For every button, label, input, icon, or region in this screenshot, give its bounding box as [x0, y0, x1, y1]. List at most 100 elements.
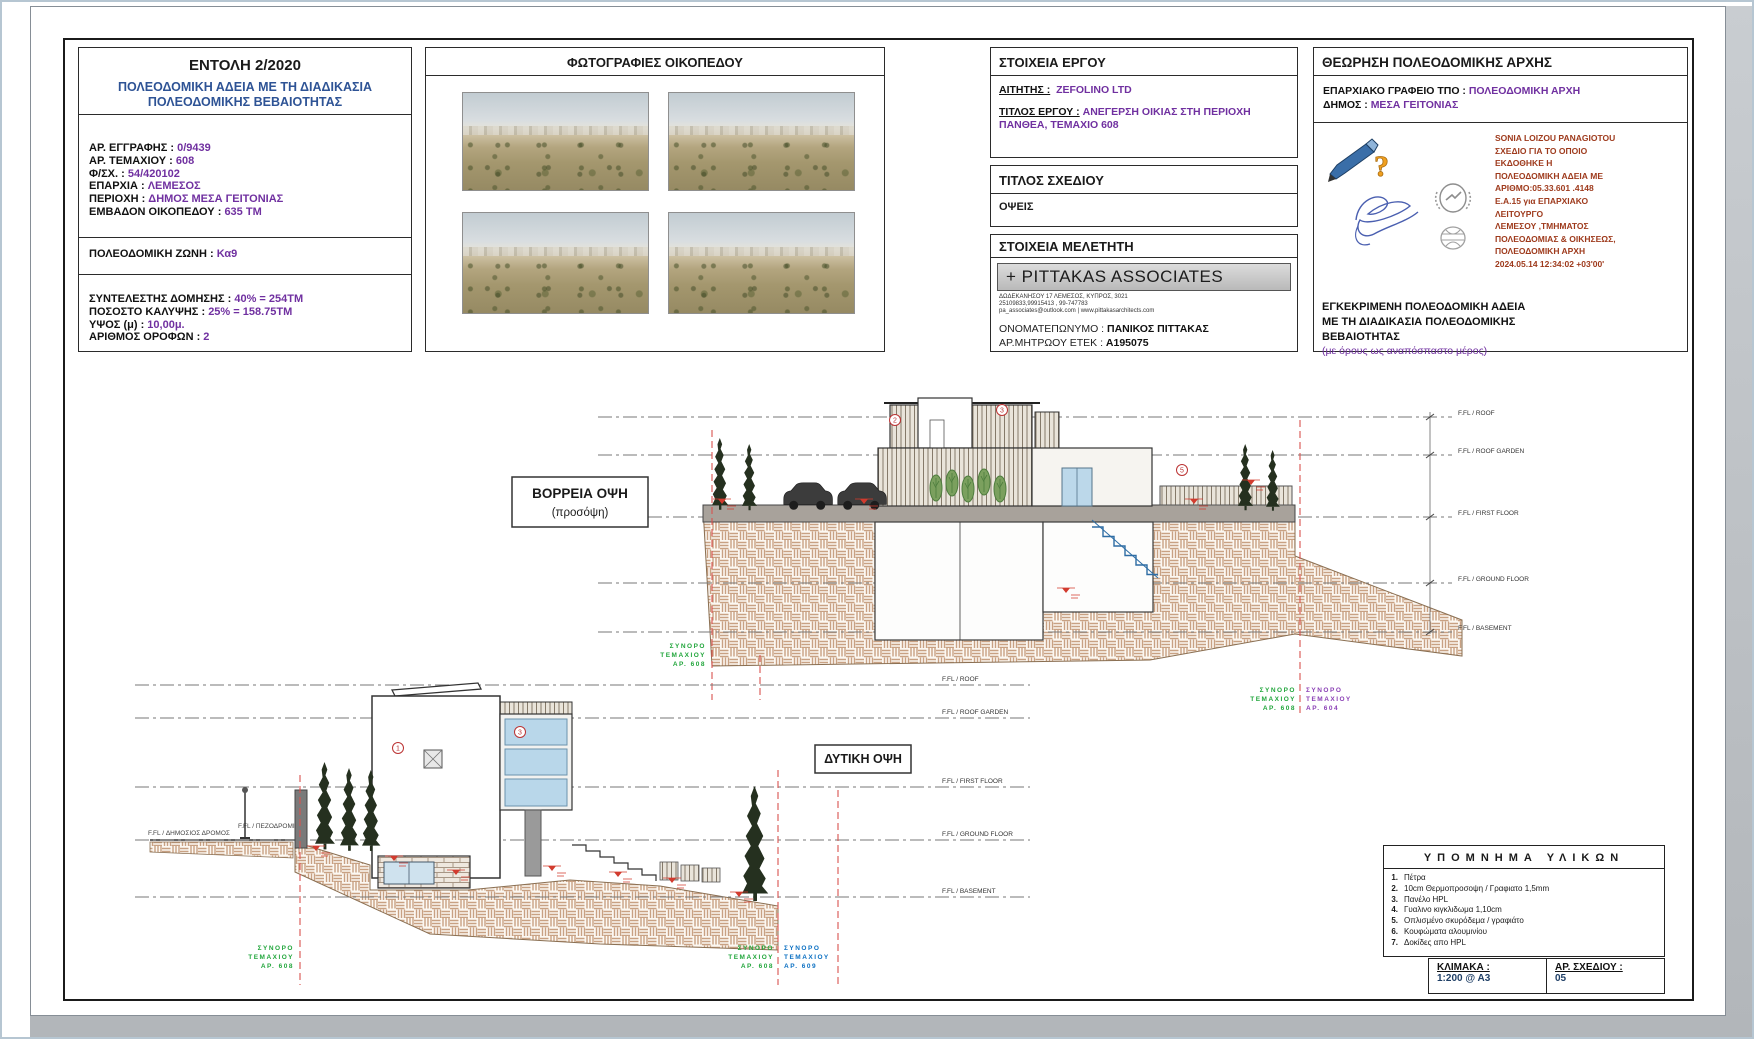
boundary-label: ΤΕΜΑΧΙΟΥ [728, 954, 774, 961]
north-basement-right [1043, 522, 1153, 612]
legend-item: 1.Πέτρα [1384, 873, 1664, 884]
approved-statement: ΕΓΚΕΚΡΙΜΕΝΗ ΠΟΛΕΟΔΟΜΙΚΗ ΑΔΕΙΑ ΜΕ ΤΗ ΔΙΑΔ… [1322, 300, 1682, 345]
applicant-row: ΑΙΤΗΤΗΣ : ZEFOLINO LTD [999, 84, 1289, 97]
north-elevation-subtitle: (προσόψη) [552, 507, 609, 519]
north-penthouse [918, 398, 972, 448]
north-penthouse-door [930, 420, 944, 448]
boundary-label: ΑΡ. 609 [784, 963, 817, 970]
firm-logo: + PITTAKAS ASSOCIATES [997, 263, 1291, 291]
order-zone: ΠΟΛΕΟΔΟΜΙΚΗ ΖΩΝΗ : Κα9 [79, 237, 411, 274]
level-label: F.FL / GROUND FLOOR [942, 831, 1013, 838]
boundary-label: ΣΥΝΟΡΟ [1260, 687, 1296, 694]
site-photo-4 [668, 212, 855, 314]
order-metrics: ΣΥΝΤΕΛΕΣΤΗΣ ΔΟΜΗΣΗΣ : 40% = 254ΤΜ ΠΟΣΟΣΤ… [79, 274, 411, 349]
order-field-row: ΠΕΡΙΟΧΗ : ΔΗΜΟΣ ΜΕΣΑ ΓΕΙΤΟΝΙΑΣ [79, 193, 411, 206]
site-photo-3 [462, 212, 649, 314]
signature-pen-icon: ? [1328, 136, 1398, 184]
digital-signature-stamp: SONIA LOIZOU PANAGIOTOU ΣΧΕΔΙΟ ΓΙΑ ΤΟ ΟΠ… [1495, 132, 1685, 271]
drawing-title-value: ΟΨΕΙΣ [991, 194, 1297, 220]
order-field-row: ΕΜΒΑΔΟΝ ΟΙΚΟΠΕΔΟΥ : 635 ΤΜ [79, 206, 411, 219]
legend-title: ΥΠΟΜΝΗΜΑ ΥΛΙΚΩΝ [1384, 846, 1664, 869]
drawing-title-box: ΤΙΤΛΟΣ ΣΧΕΔΙΟΥ ΟΨΕΙΣ [990, 165, 1298, 227]
designer-etek-row: ΑΡ.ΜΗΤΡΩΟΥ ΕΤΕΚ : A195075 [999, 336, 1289, 350]
materials-legend: ΥΠΟΜΝΗΜΑ ΥΛΙΚΩΝ 1.Πέτρα 2.10cm Θερμοπροσ… [1383, 845, 1665, 957]
west-elevation: F.FL / ROOF F.FL / ROOF GARDEN F.FL / FI… [135, 676, 1030, 985]
drawing-title-header: ΤΙΤΛΟΣ ΣΧΕΔΙΟΥ [991, 166, 1297, 194]
order-panel: ΕΝΤΟΛΗ 2/2020 ΠΟΛΕΟΔΟΜΙΚΗ ΑΔΕΙΑ ΜΕ ΤΗ ΔΙ… [78, 47, 412, 352]
west-vent-window [424, 750, 442, 768]
order-metric-row: ΠΟΣΟΣΤΟ ΚΑΛΥΨΗΣ : 25% = 158.75ΤΜ [79, 306, 411, 319]
legend-item: 6.Κουφώματα αλουμινίου [1384, 927, 1664, 938]
legend-item: 4.Γυαλινο κιγκλιδωμα 1,10cm [1384, 905, 1664, 916]
boundary-label: ΣΥΝΟΡΟ [1306, 687, 1342, 694]
west-stairs [572, 845, 656, 881]
street-level-label: F.FL / ΠΕΖΟΔΡΟΜΙΟ [238, 823, 300, 830]
west-column [525, 810, 541, 876]
retaining-wall [295, 790, 307, 848]
approval-title: ΘΕΩΡΗΣΗ ΠΟΛΕΟΔΟΜΙΚΗΣ ΑΡΧΗΣ [1314, 48, 1687, 76]
legend-item: 7.Δοκίδες απο HPL [1384, 938, 1664, 949]
order-subtitle: ΠΟΛΕΟΔΟΜΙΚΗ ΑΔΕΙΑ ΜΕ ΤΗ ΔΙΑΔΙΚΑΣΙΑ ΠΟΛΕΟ… [79, 74, 411, 110]
boundary-label: ΤΕΜΑΧΙΟΥ [784, 954, 830, 961]
firm-address: ΔΩΔΕΚΑΝΗΣΟΥ 17 ΛΕΜΕΣΟΣ, ΚΥΠΡΟΣ, 3021 251… [991, 294, 1297, 316]
ref-bubble: 5 [1180, 468, 1184, 475]
order-title: ΕΝΤΟΛΗ 2/2020 [79, 48, 411, 74]
legend-item: 2.10cm Θερμοπροσοψη / Γραφιατο 1,5mm [1384, 884, 1664, 895]
west-street-hatch [150, 842, 293, 858]
level-label: F.FL / ROOF GARDEN [942, 709, 1009, 716]
street-lamp [240, 787, 250, 838]
project-title-row: ΤΙΤΛΟΣ ΕΡΓΟΥ : ΑΝΕΓΕΡΣΗ ΟΙΚΙΑΣ ΣΤΗ ΠΕΡΙΟ… [999, 106, 1289, 132]
west-level-lines [135, 685, 1030, 897]
order-field-row: ΕΠΑΡΧΙΑ : ΛΕΜΕΣΟΣ [79, 180, 411, 193]
level-label: F.FL / ROOF [942, 676, 979, 683]
scale-cell: ΚΛΙΜΑΚΑ : 1:200 @ A3 [1429, 959, 1546, 993]
level-label: F.FL / BASEMENT [1458, 625, 1512, 632]
boundary-label: ΣΥΝΟΡΟ [784, 945, 820, 952]
north-shaft [1035, 412, 1059, 448]
designer-box: ΣΤΟΙΧΕΙΑ ΜΕΛΕΤΗΤΗ + PITTAKAS ASSOCIATES … [990, 234, 1298, 352]
street-level-label: F.FL / ΔΗΜΟΣΙΟΣ ΔΡΟΜΟΣ [148, 830, 230, 837]
order-field-row: ΑΡ. ΕΓΓΡΑΦΗΣ : 0/9439 [79, 142, 411, 155]
project-title-header: ΣΤΟΙΧΕΙΑ ΕΡΓΟΥ [991, 48, 1297, 76]
ref-bubble: 2 [893, 418, 897, 425]
level-label: F.FL / FIRST FLOOR [1458, 510, 1519, 517]
west-basement-window [384, 862, 434, 884]
west-elevation-title: ΔΥΤΙΚΗ ΟΨΗ [824, 752, 902, 766]
sheet-number-cell: ΑΡ. ΣΧΕΔΙΟΥ : 05 [1546, 959, 1664, 993]
boundary-label: ΣΥΝΟΡΟ [258, 945, 294, 952]
legend-item: 3.Πανέλο HPL [1384, 895, 1664, 906]
site-photo-2 [668, 92, 855, 191]
north-elevation: F.FL / ROOF F.FL / ROOF GARDEN F.FL / FI… [512, 398, 1529, 715]
boundary-label: ΣΥΝΟΡΟ [670, 643, 706, 650]
approval-municipality-row: ΔΗΜΟΣ : ΜΕΣΑ ΓΕΙΤΟΝΙΑΣ [1323, 98, 1678, 112]
boundary-label: ΣΥΝΟΡΟ [738, 945, 774, 952]
north-basement [875, 522, 1043, 640]
sheet-number-label: ΑΡ. ΣΧΕΔΙΟΥ : [1555, 962, 1664, 973]
site-photo-1 [462, 92, 649, 191]
cyprus-emblem-icon [1432, 182, 1474, 258]
scale-label: ΚΛΙΜΑΚΑ : [1437, 962, 1546, 973]
ref-bubble: 1 [396, 746, 400, 753]
west-tower-cap [500, 702, 572, 714]
boundary-label: ΤΕΜΑΧΙΟΥ [660, 652, 706, 659]
west-label-box: ΔΥΤΙΚΗ ΟΨΗ [815, 745, 911, 773]
order-field-row: Φ/ΣΧ. : 54/420102 [79, 168, 411, 181]
boundary-label: ΤΕΜΑΧΙΟΥ [248, 954, 294, 961]
boundary-label: ΑΡ. 608 [741, 963, 774, 970]
level-label: F.FL / FIRST FLOOR [942, 778, 1003, 785]
level-label: F.FL / ROOF GARDEN [1458, 448, 1525, 455]
level-label: F.FL / GROUND FLOOR [1458, 576, 1529, 583]
level-label: F.FL / BASEMENT [942, 888, 996, 895]
north-elevation-title: ΒΟΡΡΕΙΑ ΟΨΗ [532, 486, 628, 501]
project-panel: ΣΤΟΙΧΕΙΑ ΕΡΓΟΥ ΑΙΤΗΤΗΣ : ZEFOLINO LTD ΤΙ… [990, 47, 1298, 158]
boundary-label: ΑΡ. 608 [261, 963, 294, 970]
west-main-volume [372, 696, 500, 878]
svg-text:?: ? [1374, 150, 1389, 183]
boundary-label: ΑΡ. 608 [1263, 705, 1296, 712]
west-boundary-labels: ΣΥΝΟΡΟ ΤΕΜΑΧΙΟΥ ΑΡ. 608 ΣΥΝΟΡΟ ΤΕΜΑΧΙΟΥ … [248, 945, 830, 970]
order-metric-row: ΑΡΙΘΜΟΣ ΟΡΟΦΩΝ : 2 [79, 331, 411, 344]
order-fields: ΑΡ. ΕΓΓΡΑΦΗΣ : 0/9439 ΑΡ. ΤΕΜΑΧΙΟΥ : 608… [79, 114, 411, 237]
legend-item: 5.Οπλισμένο σκυρόδεμα / γραφιάτο [1384, 916, 1664, 927]
ref-bubble: 3 [1000, 408, 1004, 415]
west-street-labels: F.FL / ΔΗΜΟΣΙΟΣ ΔΡΟΜΟΣ F.FL / ΠΕΖΟΔΡΟΜΙΟ [148, 823, 300, 837]
